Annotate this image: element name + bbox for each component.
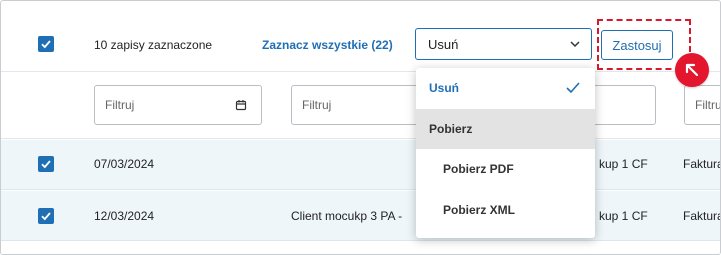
row-product: kup 1 CF [599,157,648,171]
hint-marker [675,53,709,87]
chevron-down-icon [570,41,580,48]
bulk-action-select[interactable]: Usuń [415,28,592,60]
client-filter-input[interactable]: Filtruj [291,85,431,125]
option-usun[interactable]: Usuń [416,68,595,108]
row-checkbox[interactable] [38,156,54,172]
bulk-action-select-value: Usuń [428,36,459,52]
option-pobierz-xml-label: Pobierz XML [443,203,516,217]
checkbox-checked-icon [41,160,51,169]
bulk-toolbar: 10 zapisy zaznaczone Zaznacz wszystkie (… [1,1,720,72]
check-icon [566,82,580,94]
row-date: 07/03/2024 [94,157,155,171]
calendar-icon[interactable] [235,99,247,111]
row-product: kup 1 CF [599,209,648,223]
table-row[interactable]: 12/03/2024 Client mocukp 3 PA - kup 1 CF… [1,191,721,241]
option-group-pobierz: Pobierz [416,109,595,149]
select-all-checkbox[interactable] [38,36,54,52]
apply-button[interactable]: Zastosuj [601,30,673,60]
type-filter-placeholder: Filtruj [695,98,720,112]
option-pobierz-pdf-label: Pobierz PDF [443,162,514,176]
arrow-up-left-icon [685,63,699,77]
client-filter-placeholder: Filtruj [302,98,332,112]
bulk-actions-panel: 10 zapisy zaznaczone Zaznacz wszystkie (… [0,0,721,255]
bulk-action-dropdown: Usuń Pobierz Pobierz PDF Pobierz XML [416,68,595,238]
date-filter-input[interactable]: Filtruj [94,85,262,125]
selected-count-label: 10 zapisy zaznaczone [94,38,213,52]
option-pobierz-pdf[interactable]: Pobierz PDF [416,149,595,189]
row-client: Client mocukp 3 PA - [291,209,403,223]
table-row-partial [1,242,720,254]
select-all-link[interactable]: Zaznacz wszystkie (22) [262,38,393,52]
type-filter-input[interactable]: Filtruj [684,85,720,125]
option-pobierz-xml[interactable]: Pobierz XML [416,190,595,230]
checkbox-checked-icon [41,40,51,49]
table-row[interactable]: 07/03/2024 kup 1 CF Faktura [1,140,721,190]
row-date: 12/03/2024 [94,209,155,223]
row-checkbox[interactable] [38,208,54,224]
apply-button-label: Zastosuj [612,37,662,53]
date-filter-placeholder: Filtruj [105,98,135,112]
row-type: Faktura [683,157,721,171]
checkbox-checked-icon [41,212,51,221]
option-group-pobierz-label: Pobierz [429,122,473,136]
option-usun-label: Usuń [429,81,459,95]
row-type: Faktura [683,209,721,223]
